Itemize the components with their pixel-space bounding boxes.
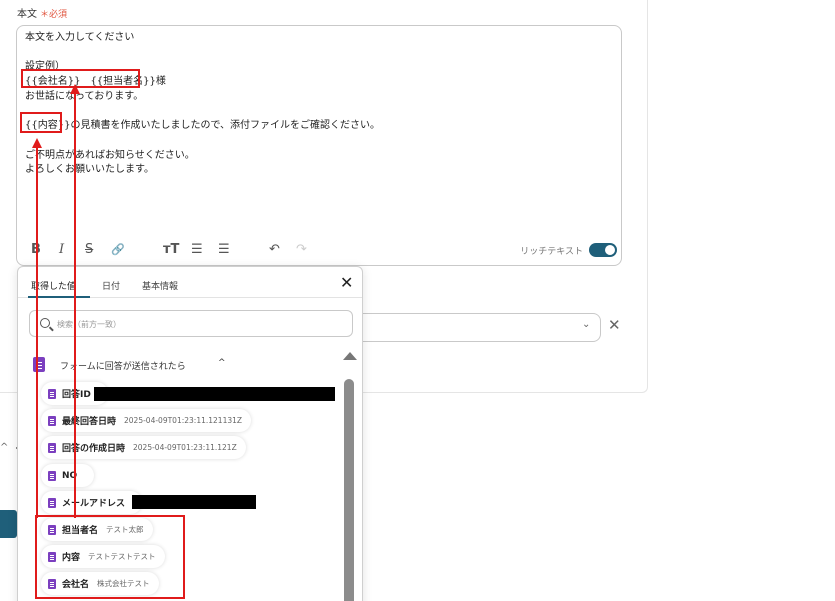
item-value: 株式会社テスト	[97, 579, 150, 588]
search-icon	[40, 318, 50, 328]
arrow-head-company	[70, 84, 80, 94]
form-field-icon	[48, 551, 56, 562]
form-field-icon	[48, 578, 56, 589]
screen: 本文 ＊必須 本文を入力してください 設定例） {{会社名}} {{担当者名}}様…	[0, 0, 835, 601]
close-icon[interactable]: ✕	[340, 275, 353, 291]
undo-icon[interactable]: ↶	[269, 243, 280, 257]
value-item-no[interactable]: NO	[41, 464, 95, 487]
editor-line: 設定例）	[25, 61, 65, 73]
chevron-up-icon[interactable]: ^	[0, 442, 8, 453]
bullet-list-icon[interactable]: ☰	[191, 243, 203, 257]
body-field-label: 本文 ＊必須	[17, 5, 67, 20]
rich-text-label: リッチテキスト	[520, 247, 583, 257]
form-field-icon	[48, 497, 56, 508]
link-icon[interactable]: 🔗	[111, 243, 125, 257]
body-editor[interactable]: 本文を入力してください 設定例） {{会社名}} {{担当者名}}様 お世話にな…	[16, 25, 622, 266]
search-input[interactable]	[57, 316, 337, 332]
arrow-head-content	[32, 138, 42, 148]
italic-icon[interactable]: I	[59, 243, 64, 257]
tab-date[interactable]: 日付	[102, 279, 120, 292]
partial-primary-button[interactable]	[0, 510, 17, 538]
editor-toolbar: B I S 🔗 ᴛT ☰ ☰ ↶ ↷ リッチテキスト	[17, 235, 621, 265]
editor-content[interactable]: 本文を入力してください 設定例） {{会社名}} {{担当者名}}様 お世話にな…	[25, 31, 380, 178]
form-field-icon	[48, 415, 56, 426]
scrollbar-thumb[interactable]	[344, 379, 354, 601]
editor-line: よろしくお願いいたします。	[25, 164, 154, 176]
item-value: 2025-04-09T01:23:11.121131Z	[124, 416, 243, 425]
rich-text-toggle[interactable]	[589, 243, 617, 257]
value-dropdown[interactable]	[360, 313, 601, 342]
redaction-bar	[132, 495, 256, 509]
item-value: テストテストテスト	[88, 552, 156, 561]
scroll-up-arrow[interactable]	[343, 352, 357, 360]
value-item-person-in-charge[interactable]: 担当者名 テスト太郎	[41, 518, 153, 541]
value-item-company-name[interactable]: 会社名 株式会社テスト	[41, 572, 159, 595]
item-value: 2025-04-09T01:23:11.121Z	[133, 443, 237, 452]
form-field-icon	[48, 524, 56, 535]
item-label: 会社名	[62, 580, 90, 590]
required-mark: ＊必須	[40, 10, 68, 20]
chevron-down-icon[interactable]: ⌄	[582, 319, 590, 330]
form-field-icon	[48, 442, 56, 453]
ordered-list-icon[interactable]: ☰	[218, 243, 230, 257]
popup-tabs: 取得した値 日付 基本情報 ✕	[18, 267, 362, 298]
form-icon	[33, 357, 45, 372]
editor-line: 本文を入力してください	[25, 32, 135, 43]
value-item-created-time[interactable]: 回答の作成日時 2025-04-09T01:23:11.121Z	[41, 436, 246, 459]
value-item-last-answer-time[interactable]: 最終回答日時 2025-04-09T01:23:11.121131Z	[41, 409, 252, 432]
arrow-line-company	[74, 94, 76, 518]
redo-icon[interactable]: ↷	[296, 243, 307, 257]
section-label: フォームに回答が送信されたら	[60, 362, 186, 372]
search-box[interactable]	[29, 310, 353, 337]
clear-icon[interactable]: ✕	[608, 318, 621, 333]
form-field-icon	[48, 470, 56, 481]
redaction-bar	[94, 387, 335, 401]
chevron-up-icon[interactable]: ^	[218, 358, 226, 368]
insert-value-popup: 取得した値 日付 基本情報 ✕ フォームに回答が送信されたら ^ 回答ID 最終…	[17, 266, 363, 601]
form-field-icon	[48, 388, 56, 399]
editor-line: ご不明点があればお知らせください。	[25, 149, 195, 161]
tab-basic-info[interactable]: 基本情報	[142, 279, 178, 292]
toggle-knob	[605, 245, 615, 255]
text-size-icon[interactable]: ᴛT	[163, 243, 179, 257]
item-label: 最終回答日時	[62, 417, 117, 427]
arrow-line-content	[36, 148, 38, 518]
value-item-email[interactable]: メールアドレス	[41, 491, 143, 514]
item-label: 回答ID	[62, 390, 91, 400]
body-label-text: 本文	[17, 9, 37, 20]
item-label: 回答の作成日時	[62, 444, 126, 454]
item-label: メールアドレス	[62, 499, 126, 509]
value-item-content[interactable]: 内容 テストテストテスト	[41, 545, 165, 568]
item-label: 内容	[62, 553, 81, 563]
item-label: 担当者名	[62, 526, 99, 536]
strikethrough-icon[interactable]: S	[85, 243, 93, 257]
item-value: テスト太郎	[106, 525, 144, 534]
editor-line: {{内容}}の見積書を作成いたしましたので、添付ファイルをご確認ください。	[25, 120, 381, 132]
